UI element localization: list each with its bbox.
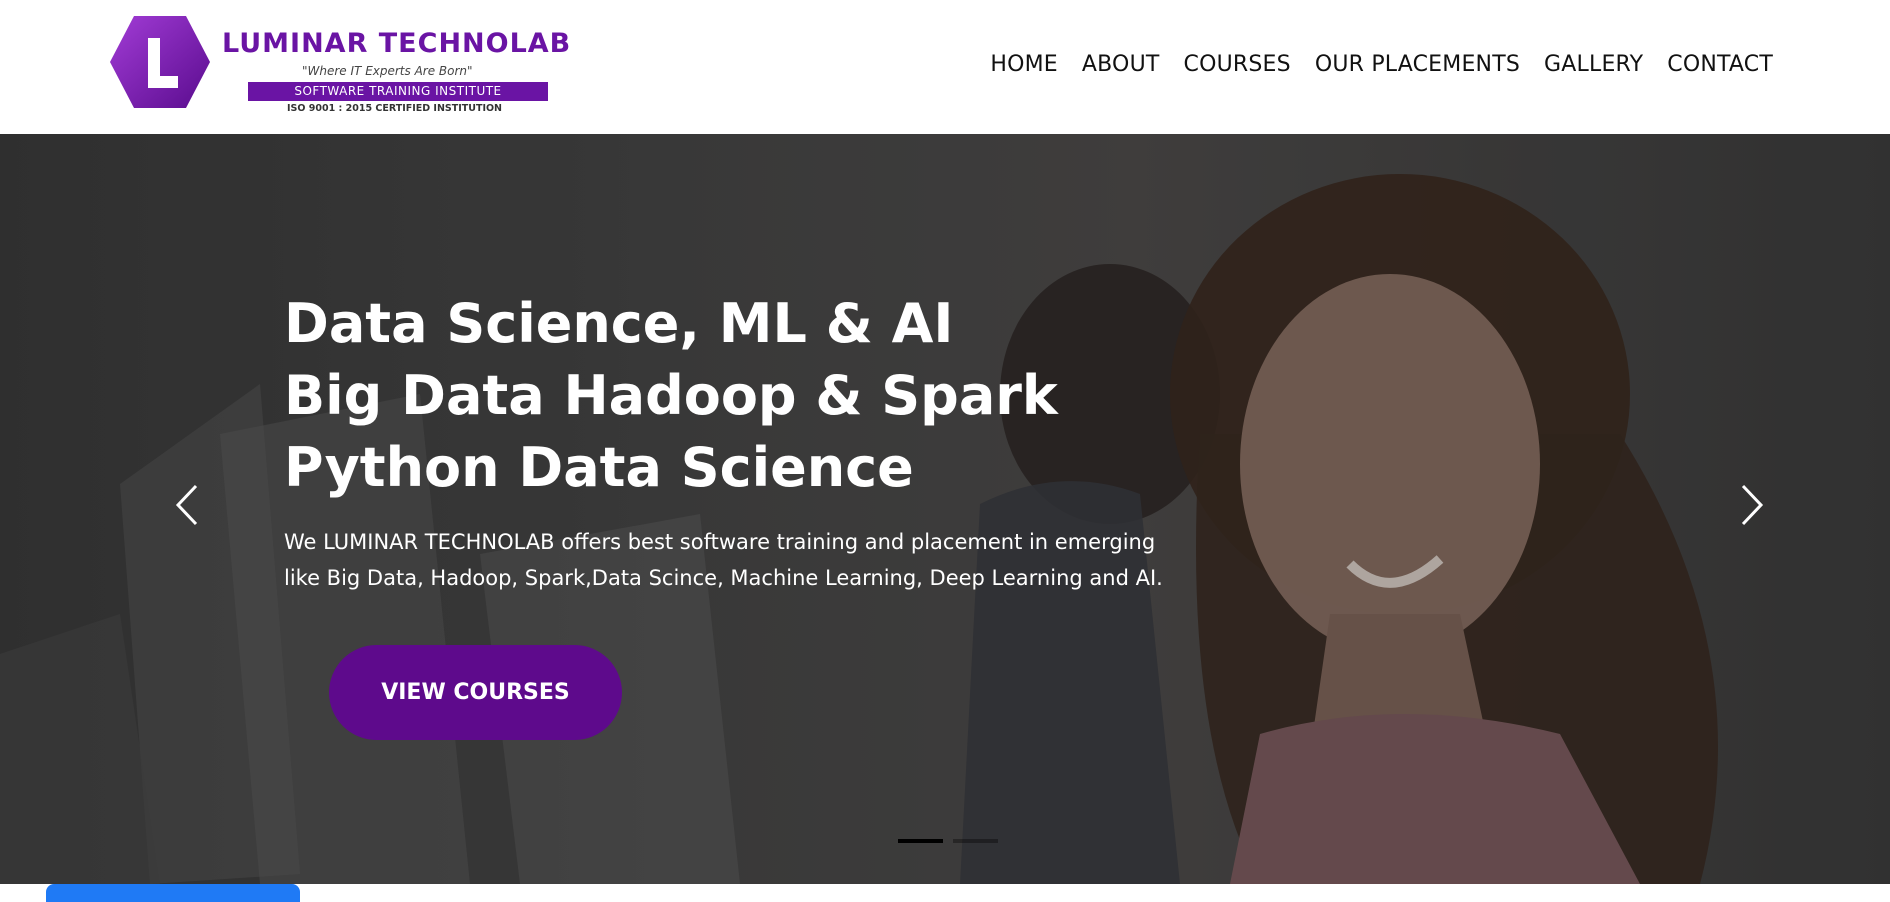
chevron-right-icon[interactable] (1737, 482, 1767, 528)
hero-heading-line: Data Science, ML & AI (284, 292, 954, 355)
brand-subtitle: SOFTWARE TRAINING INSTITUTE (248, 82, 548, 101)
nav-gallery[interactable]: GALLERY (1544, 52, 1643, 77)
view-courses-button[interactable]: VIEW COURSES (329, 645, 622, 740)
brand-tagline: "Where IT Experts Are Born" (302, 64, 473, 78)
logo-hexagon-icon (110, 16, 210, 108)
hero-text: Data Science, ML & AI Big Data Hadoop & … (284, 288, 1184, 596)
nav-contact[interactable]: CONTACT (1667, 52, 1773, 77)
hero-description: We LUMINAR TECHNOLAB offers best softwar… (284, 530, 1163, 590)
site-header: LUMINAR TECHNOLAB "Where IT Experts Are … (0, 0, 1890, 134)
hero-heading-line: Python Data Science (284, 436, 914, 499)
brand-certification: ISO 9001 : 2015 CERTIFIED INSTITUTION (287, 103, 503, 114)
nav-our-placements[interactable]: OUR PLACEMENTS (1315, 52, 1520, 77)
chevron-left-icon[interactable] (172, 482, 202, 528)
nav-courses[interactable]: COURSES (1184, 52, 1291, 77)
hero-heading: Data Science, ML & AI Big Data Hadoop & … (284, 288, 1184, 504)
carousel-indicator-1[interactable] (898, 839, 943, 843)
carousel-indicators (898, 839, 998, 843)
nav-home[interactable]: HOME (990, 52, 1058, 77)
nav-about[interactable]: ABOUT (1082, 52, 1160, 77)
brand-name: LUMINAR TECHNOLAB (222, 28, 572, 59)
hero-carousel: Data Science, ML & AI Big Data Hadoop & … (0, 134, 1890, 884)
carousel-indicator-2[interactable] (953, 839, 998, 843)
brand-logo[interactable]: LUMINAR TECHNOLAB "Where IT Experts Are … (108, 14, 578, 114)
hero-heading-line: Big Data Hadoop & Spark (284, 364, 1058, 427)
main-nav: HOME ABOUT COURSES OUR PLACEMENTS GALLER… (990, 52, 1773, 77)
chat-widget-tab[interactable] (46, 884, 300, 902)
